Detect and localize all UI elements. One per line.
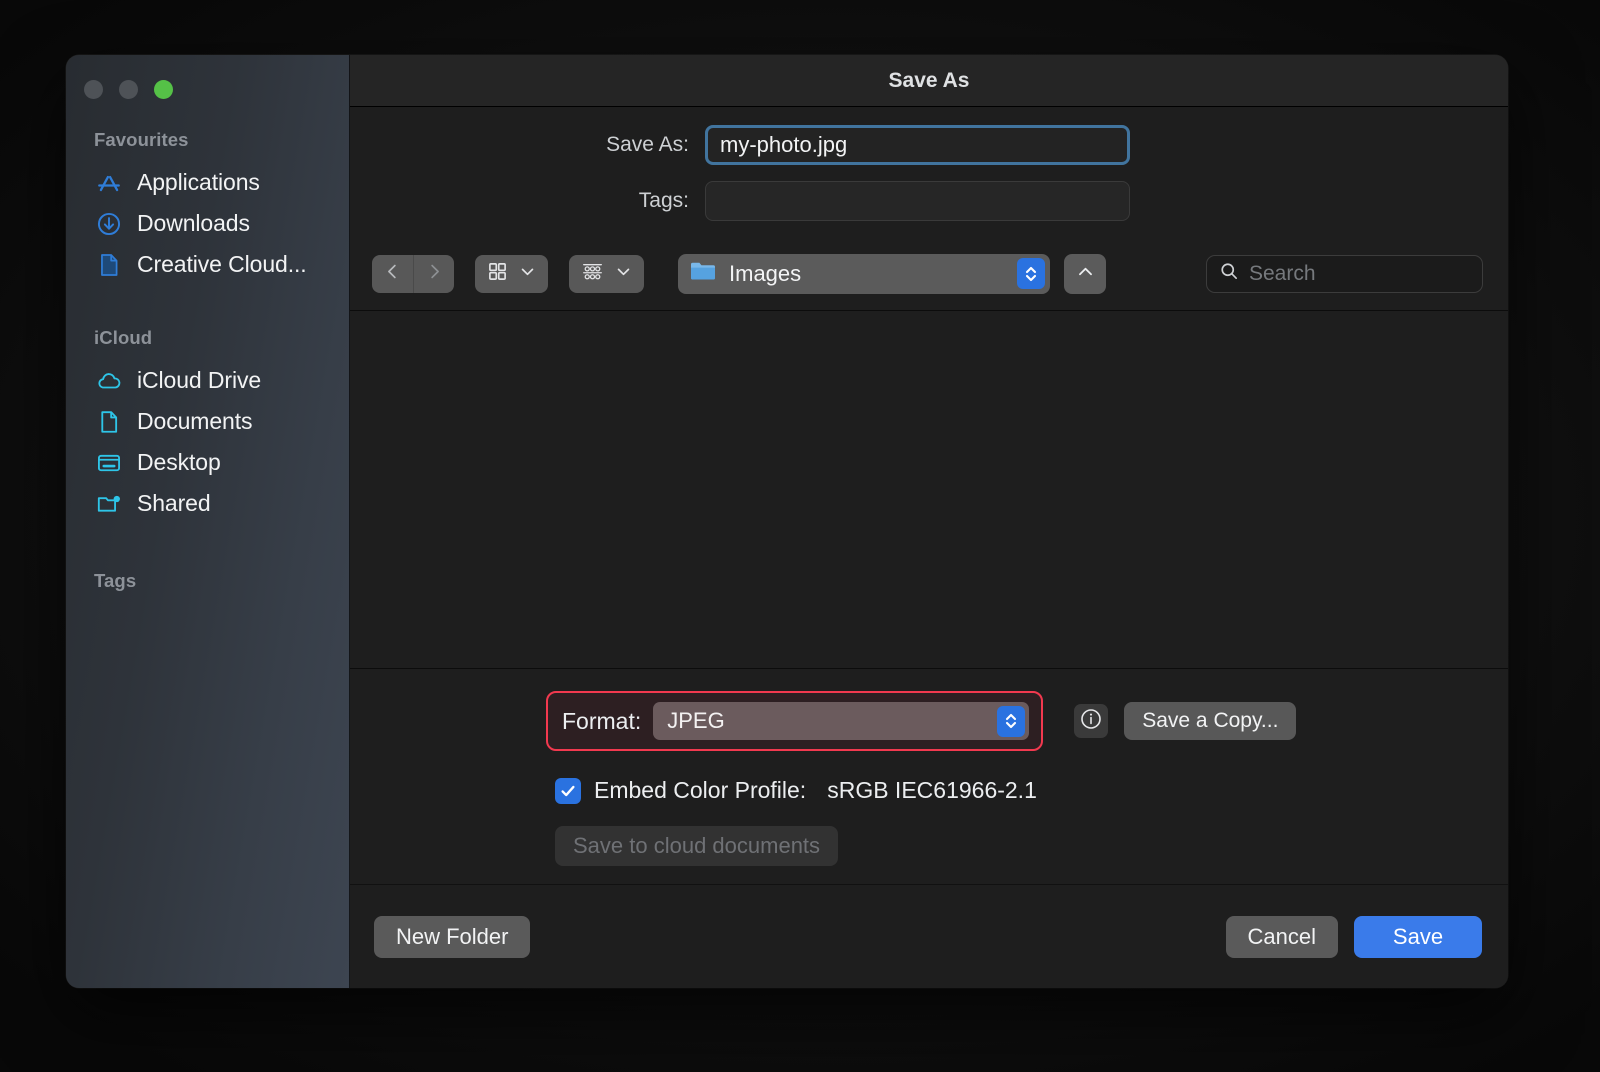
info-circle-icon bbox=[1079, 707, 1103, 736]
tags-row: Tags: bbox=[350, 181, 1508, 221]
folder-icon bbox=[689, 259, 717, 288]
minimize-window-button[interactable] bbox=[119, 79, 138, 99]
cloud-icon bbox=[96, 368, 122, 394]
sidebar-item-shared[interactable]: Shared bbox=[66, 483, 349, 524]
chevron-left-icon bbox=[383, 262, 402, 286]
save-as-input[interactable]: my-photo.jpg bbox=[705, 125, 1130, 165]
shared-folder-icon bbox=[96, 491, 122, 517]
grid-view-icon bbox=[487, 261, 508, 287]
dialog-footer: New Folder Cancel Save bbox=[350, 885, 1508, 988]
tags-label: Tags: bbox=[638, 189, 689, 212]
embed-color-profile-row: Embed Color Profile: sRGB IEC61966-2.1 bbox=[350, 777, 1508, 804]
search-field[interactable] bbox=[1206, 254, 1483, 293]
save-button[interactable]: Save bbox=[1354, 915, 1482, 958]
sidebar-item-downloads[interactable]: Downloads bbox=[66, 203, 349, 244]
document-icon bbox=[96, 252, 122, 278]
save-a-copy-button[interactable]: Save a Copy... bbox=[1124, 702, 1297, 740]
zoom-window-button[interactable] bbox=[154, 79, 173, 99]
embed-color-profile-value: sRGB IEC61966-2.1 bbox=[827, 777, 1037, 803]
search-icon bbox=[1219, 261, 1239, 286]
sidebar-item-desktop[interactable]: Desktop bbox=[66, 442, 349, 483]
new-folder-button[interactable]: New Folder bbox=[374, 915, 531, 958]
tags-input[interactable] bbox=[705, 181, 1130, 221]
close-window-button[interactable] bbox=[84, 79, 103, 99]
chevron-up-icon bbox=[1076, 262, 1095, 286]
format-value: JPEG bbox=[667, 708, 725, 733]
sidebar-item-applications[interactable]: Applications bbox=[66, 162, 349, 203]
cancel-button[interactable]: Cancel bbox=[1225, 915, 1338, 958]
go-up-button[interactable] bbox=[1064, 253, 1106, 294]
sidebar-item-label: Applications bbox=[137, 169, 260, 195]
sidebar-item-creative-cloud[interactable]: Creative Cloud... bbox=[66, 244, 349, 285]
group-view-button[interactable] bbox=[569, 254, 644, 293]
chevron-right-icon bbox=[425, 262, 444, 286]
sidebar-section-favourites-title: Favourites bbox=[94, 129, 189, 150]
sidebar-item-label: Downloads bbox=[137, 210, 250, 236]
save-as-row: Save As: my-photo.jpg bbox=[350, 125, 1508, 165]
sidebar-item-label: Creative Cloud... bbox=[137, 251, 307, 277]
sidebar-section-icloud-title: iCloud bbox=[94, 327, 153, 348]
icon-view-button[interactable] bbox=[475, 254, 548, 293]
format-highlight-box: Format: JPEG bbox=[546, 691, 1044, 751]
chevron-down-icon bbox=[615, 263, 632, 285]
sidebar-item-label: Shared bbox=[137, 490, 211, 516]
sidebar-item-documents[interactable]: Documents bbox=[66, 401, 349, 442]
document-icon bbox=[96, 409, 122, 435]
sidebar-item-label: Desktop bbox=[137, 449, 221, 475]
downloads-icon bbox=[96, 211, 122, 237]
save-to-cloud-documents-button: Save to cloud documents bbox=[555, 826, 839, 866]
format-label: Format: bbox=[562, 707, 642, 734]
format-info-button[interactable] bbox=[1074, 704, 1109, 738]
dialog-main-pane: Save As Save As: my-photo.jpg Tags: Imag… bbox=[350, 55, 1508, 988]
chevron-down-icon bbox=[519, 263, 536, 285]
sidebar-item-label: Documents bbox=[137, 408, 253, 434]
current-folder-popup[interactable]: Images bbox=[678, 253, 1050, 294]
current-folder-label: Images bbox=[729, 260, 802, 286]
applications-icon bbox=[96, 170, 122, 196]
browser-toolbar: Images bbox=[350, 237, 1508, 311]
dialog-title: Save As bbox=[888, 68, 970, 92]
search-input[interactable] bbox=[1249, 261, 1470, 286]
traffic-light-buttons bbox=[66, 55, 349, 107]
up-down-stepper-icon[interactable] bbox=[997, 705, 1026, 737]
sidebar-item-icloud-drive[interactable]: iCloud Drive bbox=[66, 360, 349, 401]
sidebar-section-tags-title: Tags bbox=[94, 570, 137, 591]
embed-color-profile-label: Embed Color Profile: bbox=[594, 777, 807, 803]
back-button[interactable] bbox=[372, 255, 413, 293]
group-view-icon bbox=[581, 261, 604, 287]
desktop-icon bbox=[96, 450, 122, 476]
name-fields-area: Save As: my-photo.jpg Tags: bbox=[350, 107, 1508, 237]
save-as-dialog-window: Favourites Applications Downloads Creati… bbox=[66, 55, 1508, 988]
cloud-documents-row: Save to cloud documents bbox=[350, 826, 1508, 866]
save-as-label: Save As: bbox=[606, 133, 689, 156]
export-options-area: Format: JPEG Save a Copy... Embed Color … bbox=[350, 669, 1508, 885]
file-browser-area[interactable] bbox=[350, 311, 1508, 669]
format-row: Format: JPEG Save a Copy... bbox=[350, 691, 1508, 751]
up-down-stepper-icon[interactable] bbox=[1017, 258, 1045, 289]
embed-color-profile-checkbox[interactable] bbox=[555, 777, 581, 804]
navigation-buttons bbox=[372, 254, 454, 293]
sidebar: Favourites Applications Downloads Creati… bbox=[66, 55, 350, 988]
sidebar-item-label: iCloud Drive bbox=[137, 367, 262, 393]
format-popup-button[interactable]: JPEG bbox=[653, 702, 1030, 740]
forward-button[interactable] bbox=[413, 254, 454, 293]
dialog-titlebar: Save As bbox=[350, 55, 1508, 107]
